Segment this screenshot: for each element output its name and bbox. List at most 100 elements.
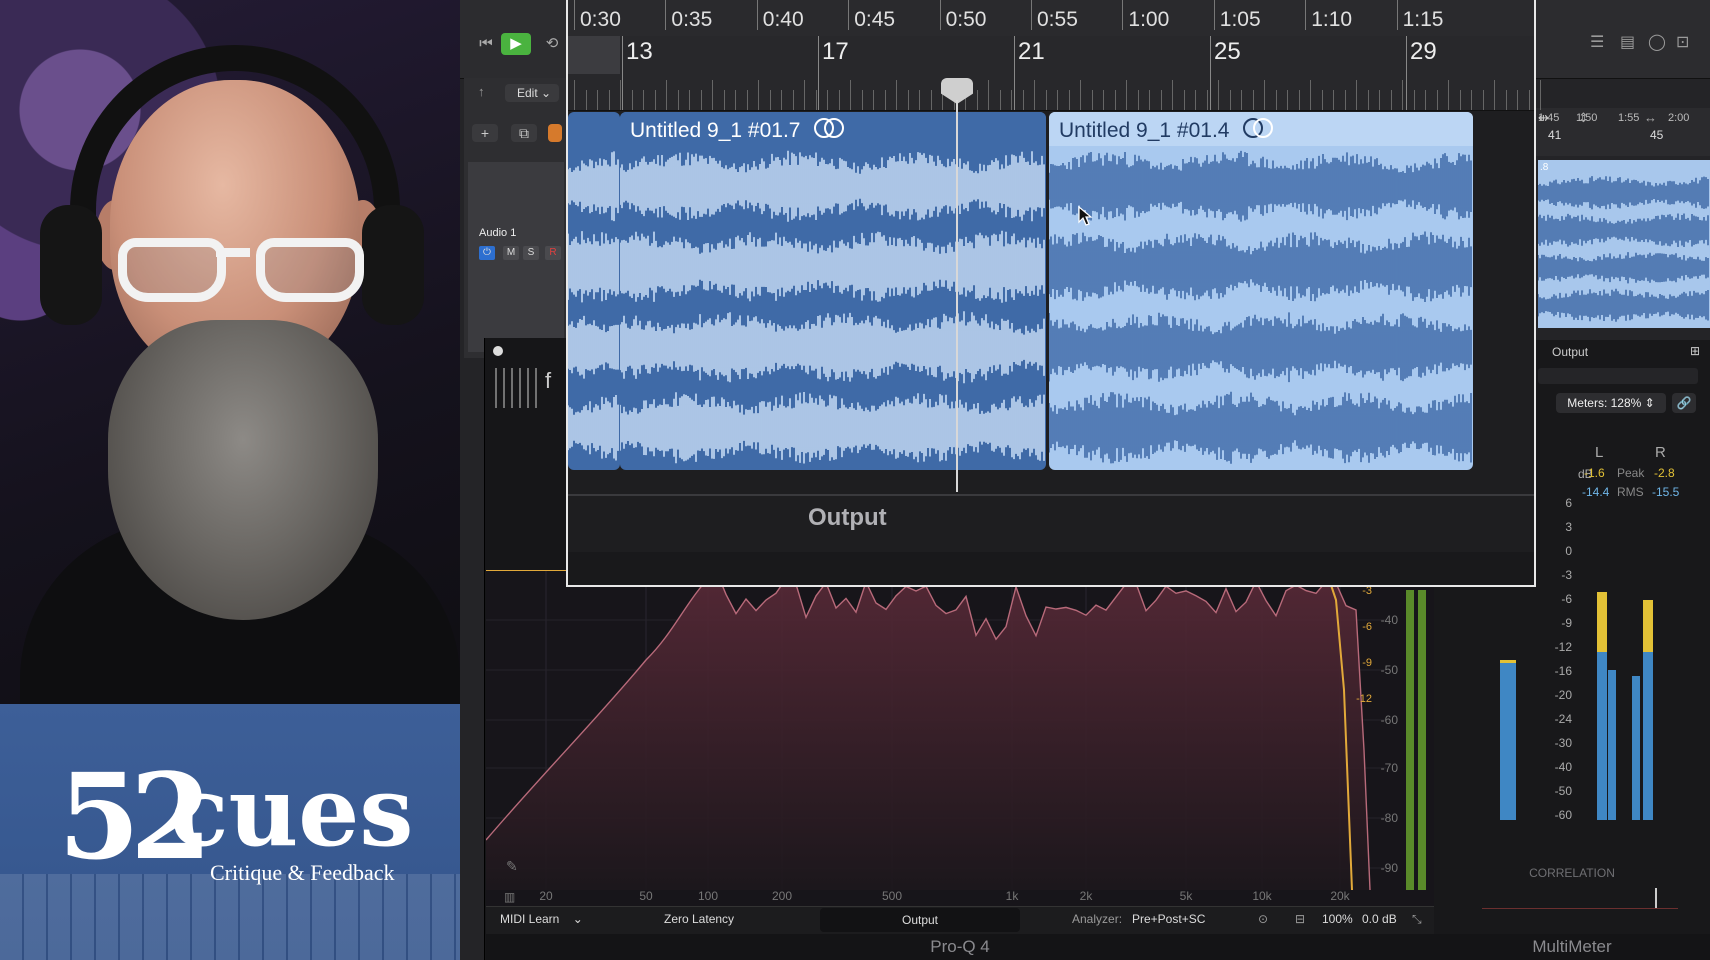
cycle-icon[interactable]: ⟲: [540, 33, 564, 55]
beat-tick: [1218, 80, 1219, 110]
link-icon[interactable]: 🔗: [1672, 393, 1696, 413]
beat-tick: [1471, 90, 1472, 110]
beat-tick: [1103, 90, 1104, 110]
resize-icon[interactable]: ⤡: [1412, 912, 1422, 927]
notepad-icon[interactable]: ▤: [1620, 32, 1635, 52]
record-button[interactable]: R: [545, 246, 561, 260]
beat-tick: [827, 90, 828, 110]
beat-tick: [1505, 90, 1507, 110]
edit-menu[interactable]: Edit ⌄: [505, 84, 559, 102]
beat-tick: [1045, 90, 1047, 110]
meter-scale-label: 0: [1565, 544, 1572, 558]
meter-scale-label: -3: [1561, 568, 1572, 582]
bar-ruler[interactable]: 13 17 21 25 29: [568, 36, 1541, 111]
track-power-icon[interactable]: ⏻: [479, 246, 495, 260]
db-label: -50: [1381, 663, 1399, 677]
output-gain-value[interactable]: 0.0 dB: [1362, 912, 1397, 926]
beat-tick: [1333, 90, 1334, 110]
left-meter-peak: [1597, 592, 1607, 652]
right-time-label: 1:50: [1576, 112, 1598, 124]
freq-label: 20: [539, 889, 553, 903]
freq-label: 20k: [1330, 889, 1350, 903]
right-time-label: 1:45: [1538, 112, 1560, 124]
time-label: 0:30: [580, 8, 621, 31]
bar-tick: [818, 36, 819, 110]
beat-tick: [919, 90, 920, 110]
expand-icon[interactable]: ⊞: [1690, 344, 1700, 358]
right-time-label: 2:00: [1668, 112, 1690, 124]
play-button[interactable]: ▶: [501, 33, 531, 55]
playhead-line[interactable]: [956, 100, 958, 492]
close-dot-icon[interactable]: [493, 346, 503, 356]
add-track-button[interactable]: +: [472, 124, 498, 142]
db-label: -60: [1381, 713, 1399, 727]
headphones-cup-left: [40, 205, 102, 325]
beat-tick: [1390, 90, 1392, 110]
time-tick: [1122, 0, 1124, 30]
eq-spectrum-display[interactable]: 20 50 100 200 500 1k 2k 5k 10k 20k -40 -50 -60 -70 -80…: [486, 570, 1438, 906]
beat-tick: [1298, 90, 1300, 110]
meter-scale-label: -60: [1554, 808, 1572, 822]
beat-tick: [1310, 80, 1311, 110]
loops-icon[interactable]: ◯: [1648, 32, 1666, 52]
waveform: [1049, 150, 1472, 464]
analyzer-mode-dropdown[interactable]: Pre+Post+SC: [1132, 912, 1205, 926]
output-section-label: Output: [808, 504, 887, 531]
phase-icon[interactable]: ⊟: [1295, 912, 1305, 926]
list-icon[interactable]: ☰: [1590, 32, 1604, 52]
meter-label: -9: [1362, 657, 1372, 669]
audio-region-partial[interactable]: [568, 112, 620, 470]
waveform-lane: [1049, 231, 1472, 302]
duplicate-track-icon[interactable]: ⧉: [511, 124, 537, 142]
db-label: -40: [1381, 613, 1399, 627]
beat-tick: [631, 90, 633, 110]
beat-tick: [1459, 90, 1461, 110]
bar-label: 21: [1018, 38, 1045, 65]
multimeter-title: MultiMeter: [1434, 934, 1710, 960]
waveform-lane: [1538, 252, 1709, 284]
time-label: 0:55: [1037, 8, 1078, 31]
correlation-indicator: [1655, 888, 1657, 908]
beat-tick: [1011, 90, 1012, 110]
latency-mode-button[interactable]: Zero Latency: [664, 912, 734, 926]
piano-roll-icon[interactable]: ▥: [504, 890, 515, 904]
rms-right-value: -15.5: [1652, 485, 1680, 499]
beat-tick: [597, 90, 598, 110]
back-arrow-icon[interactable]: ↑: [478, 84, 485, 99]
left-channel-label: L: [1595, 444, 1604, 461]
multimeter-preset-dropdown[interactable]: [1538, 368, 1698, 384]
meters-scale-dropdown[interactable]: Meters: 128% ⇕: [1556, 393, 1666, 413]
time-tick: [665, 0, 667, 30]
beat-tick: [873, 90, 874, 110]
rewind-icon[interactable]: ⏮: [474, 33, 498, 55]
zoom-value[interactable]: 100%: [1322, 912, 1353, 926]
freeze-icon[interactable]: ⊙: [1258, 912, 1268, 926]
logo-word: cues: [170, 755, 414, 868]
beat-tick: [1482, 90, 1484, 110]
right-audio-region[interactable]: .8: [1538, 160, 1710, 328]
mute-button[interactable]: M: [503, 246, 519, 260]
solo-button[interactable]: S: [523, 246, 539, 260]
bar-label: 29: [1410, 38, 1437, 65]
midi-learn-button[interactable]: MIDI Learn ⌄: [500, 912, 583, 926]
audio-region[interactable]: Untitled 9_1 #01.7: [620, 112, 1046, 470]
waveform-lane: [1049, 312, 1472, 383]
beat-tick: [838, 90, 840, 110]
pencil-icon[interactable]: ✎: [506, 858, 518, 875]
audio-region-selected[interactable]: Untitled 9_1 #01.4: [1049, 112, 1473, 470]
meter-scale-label: -30: [1554, 736, 1572, 750]
output-section-button[interactable]: Output: [820, 908, 1020, 932]
right-ruler[interactable]: ⇹ ⇕ ↔ 1:45 1:50 1:55 2:00 41 45: [1534, 108, 1710, 156]
waveform: [620, 150, 1045, 464]
beat-tick: [654, 90, 656, 110]
meter-scale-label: -6: [1561, 592, 1572, 606]
reference-meter-peak: [1500, 660, 1516, 663]
browser-icon[interactable]: ⊡: [1676, 32, 1689, 52]
horizontal-zoom-icon[interactable]: ↔: [1644, 110, 1657, 125]
beat-tick: [850, 80, 851, 110]
h-button[interactable]: [548, 124, 562, 142]
correlation-label: CORRELATION: [1529, 866, 1615, 880]
beat-tick: [666, 80, 667, 110]
time-ruler[interactable]: 0:30 0:35 0:40 0:45 0:50 0:55 1:00 1:05 1:10 1:15: [568, 0, 1534, 37]
time-label: 0:45: [854, 8, 896, 31]
